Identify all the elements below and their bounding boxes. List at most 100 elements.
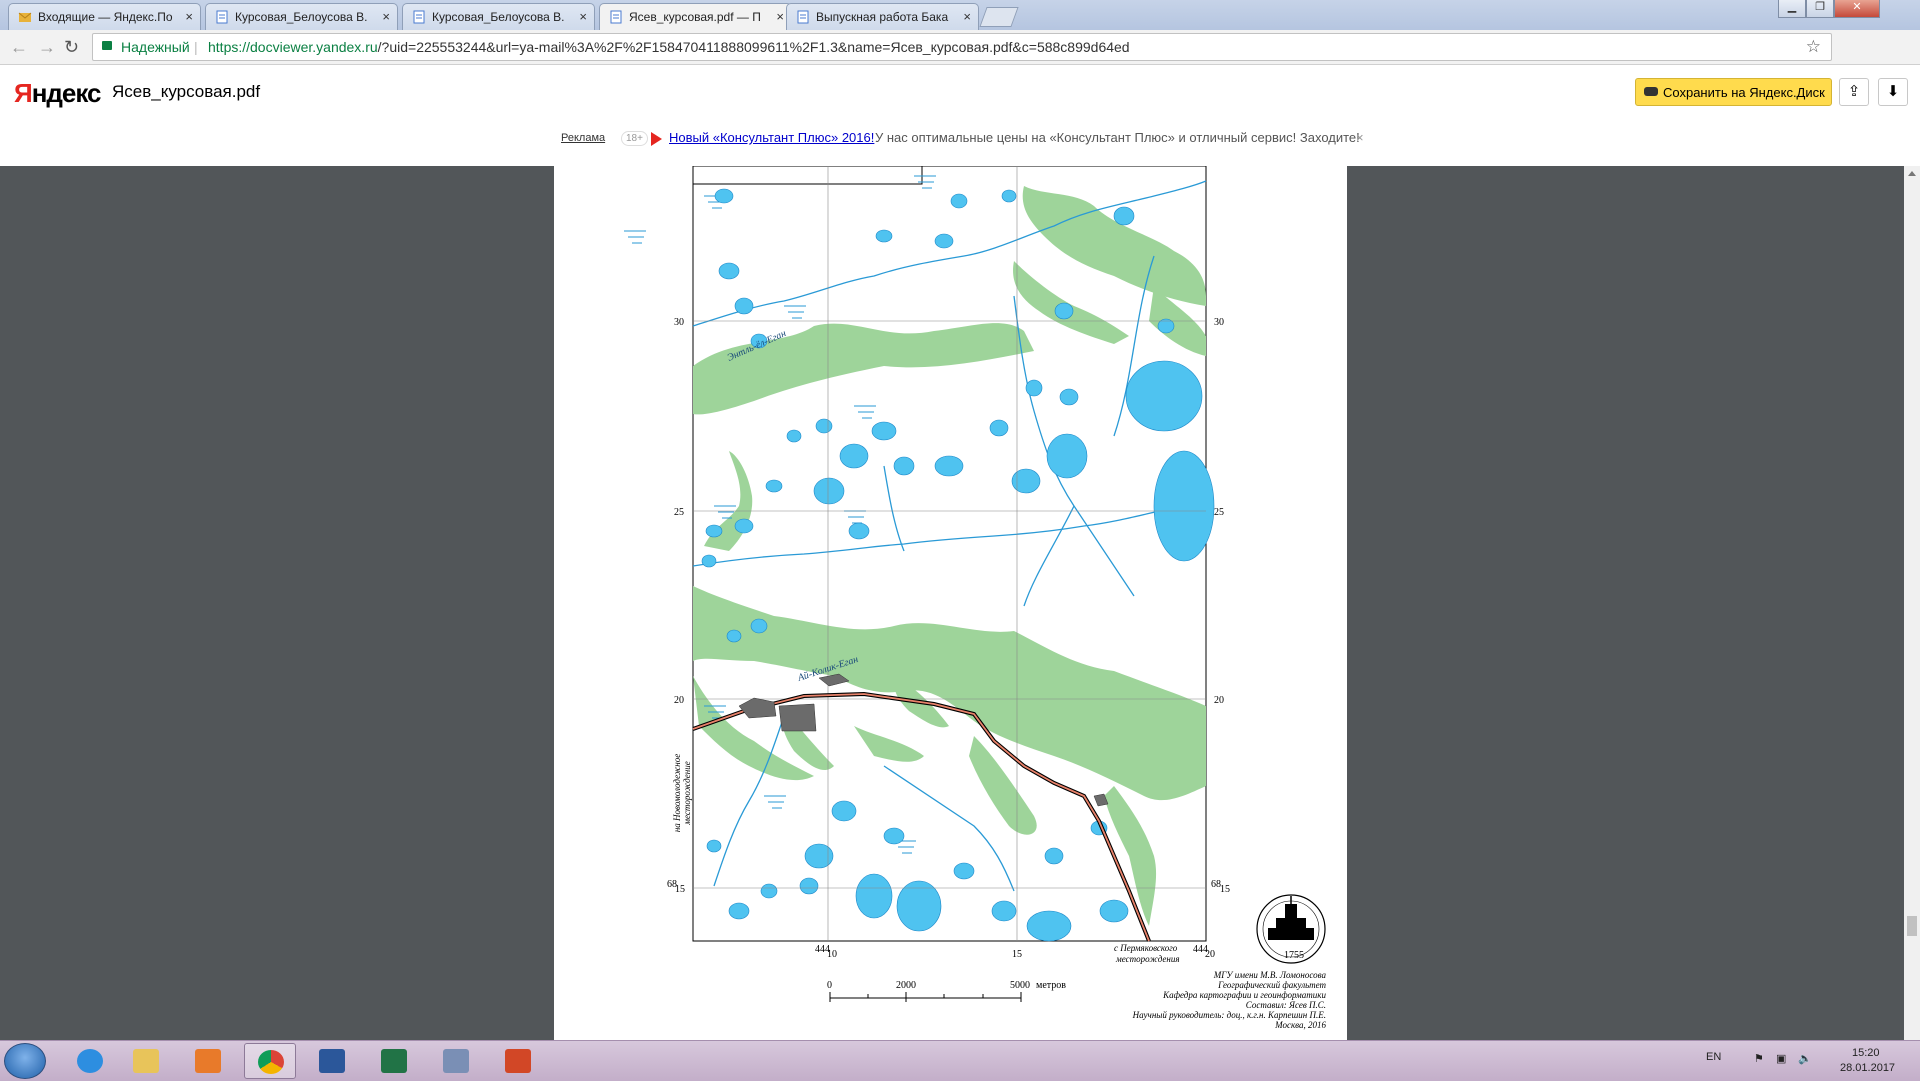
calculator-icon — [443, 1049, 469, 1073]
y-tick: 20 — [1214, 695, 1224, 706]
document-icon — [215, 10, 229, 24]
back-icon[interactable]: ← — [10, 37, 28, 58]
network-icon[interactable]: ▣ — [1776, 1052, 1786, 1065]
browser-toolbar: ← → ↻ Надежный | https://docviewer.yande… — [0, 30, 1920, 85]
reload-icon[interactable]: ↻ — [64, 37, 79, 58]
powerpoint-icon — [505, 1049, 531, 1073]
forward-icon[interactable]: → — [38, 37, 56, 58]
msu-seal: 1755 — [1256, 894, 1326, 964]
close-tab-icon[interactable]: × — [776, 9, 784, 24]
credit-line: Научный руководитель: доц., к.г.н. Карпе… — [1132, 1010, 1326, 1020]
document-icon — [796, 10, 810, 24]
taskbar-app[interactable] — [120, 1043, 172, 1079]
media-player-icon — [195, 1049, 221, 1073]
topographic-map: Энтль-ёл-Еган Ай-Колик-Еган 30 25 20 68 … — [624, 166, 1327, 1030]
bookmark-star-icon[interactable]: ☆ — [1806, 37, 1821, 57]
maximize-button[interactable]: ❐ — [1806, 0, 1834, 18]
credits-block: МГУ имени М.В. Ломоносова Географический… — [1132, 970, 1327, 1030]
document-icon — [609, 10, 623, 24]
flag-icon[interactable]: ⚑ — [1754, 1052, 1764, 1065]
tab-title: Курсовая_Белоусова В. — [432, 10, 565, 24]
document-filename: Ясев_курсовая.pdf — [112, 82, 261, 101]
close-tab-icon[interactable]: × — [185, 9, 193, 24]
docviewer-header: Яндекс Ясев_курсовая.pdf Сохранить на Ян… — [0, 65, 1920, 120]
taskbar-app[interactable] — [430, 1043, 482, 1079]
x-tick: 15 — [1012, 949, 1022, 960]
close-tab-icon[interactable]: × — [382, 9, 390, 24]
scale-bar: 0 2000 5000 метров — [827, 980, 1066, 1002]
volume-icon[interactable]: 🔈 — [1798, 1052, 1812, 1065]
arrow-icon — [651, 132, 662, 146]
pdf-page: Энтль-ёл-Еган Ай-Колик-Еган 30 25 20 68 … — [554, 166, 1347, 1040]
document-icon — [412, 10, 426, 24]
y-tick: 20 — [674, 695, 684, 706]
deposit-line: месторождение — [682, 761, 692, 825]
scrollbar[interactable] — [1904, 166, 1920, 1040]
taskbar-app[interactable] — [306, 1043, 358, 1079]
disk-icon — [1644, 87, 1658, 96]
new-tab-button[interactable] — [979, 7, 1019, 27]
taskbar-app[interactable] — [492, 1043, 544, 1079]
ie-icon — [77, 1049, 103, 1073]
language-indicator[interactable]: EN — [1706, 1051, 1721, 1063]
tab-title: Выпускная работа Бака — [816, 10, 949, 24]
download-button[interactable]: ⬇ — [1878, 78, 1908, 106]
download-icon: ⬇ — [1886, 83, 1900, 100]
credit-line: Составил: Ясев П.С. — [1246, 1000, 1326, 1010]
scale-label: 0 — [827, 980, 832, 991]
close-tab-icon[interactable]: × — [579, 9, 587, 24]
url-text: https://docviewer.yandex.ru/?uid=2255532… — [208, 39, 1130, 55]
tab-document[interactable]: Курсовая_Белоусова В. × — [205, 3, 398, 30]
taskbar-app[interactable] — [368, 1043, 420, 1079]
tab-title: Ясев_курсовая.pdf — П — [629, 10, 761, 24]
address-bar[interactable]: Надежный | https://docviewer.yandex.ru/?… — [92, 33, 1832, 61]
y-tick: 30 — [1214, 317, 1224, 328]
ad-close-icon[interactable]: × — [1356, 130, 1364, 145]
document-viewer[interactable]: Энтль-ёл-Еган Ай-Колик-Еган 30 25 20 68 … — [0, 166, 1920, 1040]
scale-unit: метров — [1036, 980, 1066, 991]
logo-first-letter: Я — [14, 78, 33, 108]
credit-line: Географический факультет — [1217, 980, 1326, 990]
close-window-button[interactable]: ✕ — [1834, 0, 1880, 18]
ad-label[interactable]: Реклама — [561, 132, 605, 144]
save-to-disk-button[interactable]: Сохранить на Яндекс.Диск — [1635, 78, 1832, 106]
chrome-icon — [258, 1050, 284, 1074]
share-button[interactable]: ⇪ — [1839, 78, 1869, 106]
tab-strip: Входящие — Яндекс.По × Курсовая_Белоусов… — [0, 0, 1920, 30]
credit-line: Москва, 2016 — [1274, 1020, 1326, 1030]
explorer-icon — [133, 1049, 159, 1073]
tab-title: Курсовая_Белоусова В. — [235, 10, 368, 24]
ad-link[interactable]: Новый «Консультант Плюс» 2016! — [669, 130, 874, 145]
close-tab-icon[interactable]: × — [963, 9, 971, 24]
taskbar-app[interactable] — [182, 1043, 234, 1079]
ad-text: У нас оптимальные цены на «Консультант П… — [875, 130, 1360, 145]
map-content: Энтль-ёл-Еган Ай-Колик-Еган — [624, 166, 1215, 942]
yandex-logo[interactable]: Яндекс — [14, 78, 101, 109]
clock-date[interactable]: 28.01.2017 — [1840, 1062, 1895, 1074]
scroll-thumb[interactable] — [1907, 916, 1917, 936]
minimize-button[interactable]: ▁ — [1778, 0, 1806, 18]
y-tick: 30 — [674, 317, 684, 328]
scroll-up-icon[interactable] — [1908, 171, 1916, 176]
windows-taskbar: EN ⚑ ▣ 🔈 15:20 28.01.2017 — [0, 1040, 1920, 1081]
tab-active-document[interactable]: Ясев_курсовая.pdf — П × — [599, 3, 792, 30]
logo-rest: ндекс — [31, 78, 102, 108]
ad-banner: Реклама 18+ Новый «Консультант Плюс» 201… — [0, 120, 1920, 167]
scale-label: 2000 — [896, 980, 916, 991]
tab-document[interactable]: Курсовая_Белоусова В. × — [402, 3, 595, 30]
start-button[interactable] — [4, 1043, 46, 1079]
deposit-right-line: с Пермяковского — [1114, 943, 1178, 953]
clock-time[interactable]: 15:20 — [1852, 1047, 1880, 1059]
scale-label: 5000 — [1010, 980, 1030, 991]
taskbar-app-active[interactable] — [244, 1043, 296, 1079]
secure-label: Надежный — [121, 39, 190, 55]
tab-document[interactable]: Выпускная работа Бака × — [786, 3, 979, 30]
age-badge: 18+ — [621, 131, 648, 146]
mail-icon — [18, 10, 32, 24]
taskbar-app[interactable] — [64, 1043, 116, 1079]
tab-inbox[interactable]: Входящие — Яндекс.По × — [8, 3, 201, 30]
y-tick: 15 — [675, 884, 685, 895]
seal-year: 1755 — [1284, 950, 1304, 961]
y-axis-right: 30 25 20 68 15 — [1211, 317, 1230, 895]
y-tick: 15 — [1220, 884, 1230, 895]
